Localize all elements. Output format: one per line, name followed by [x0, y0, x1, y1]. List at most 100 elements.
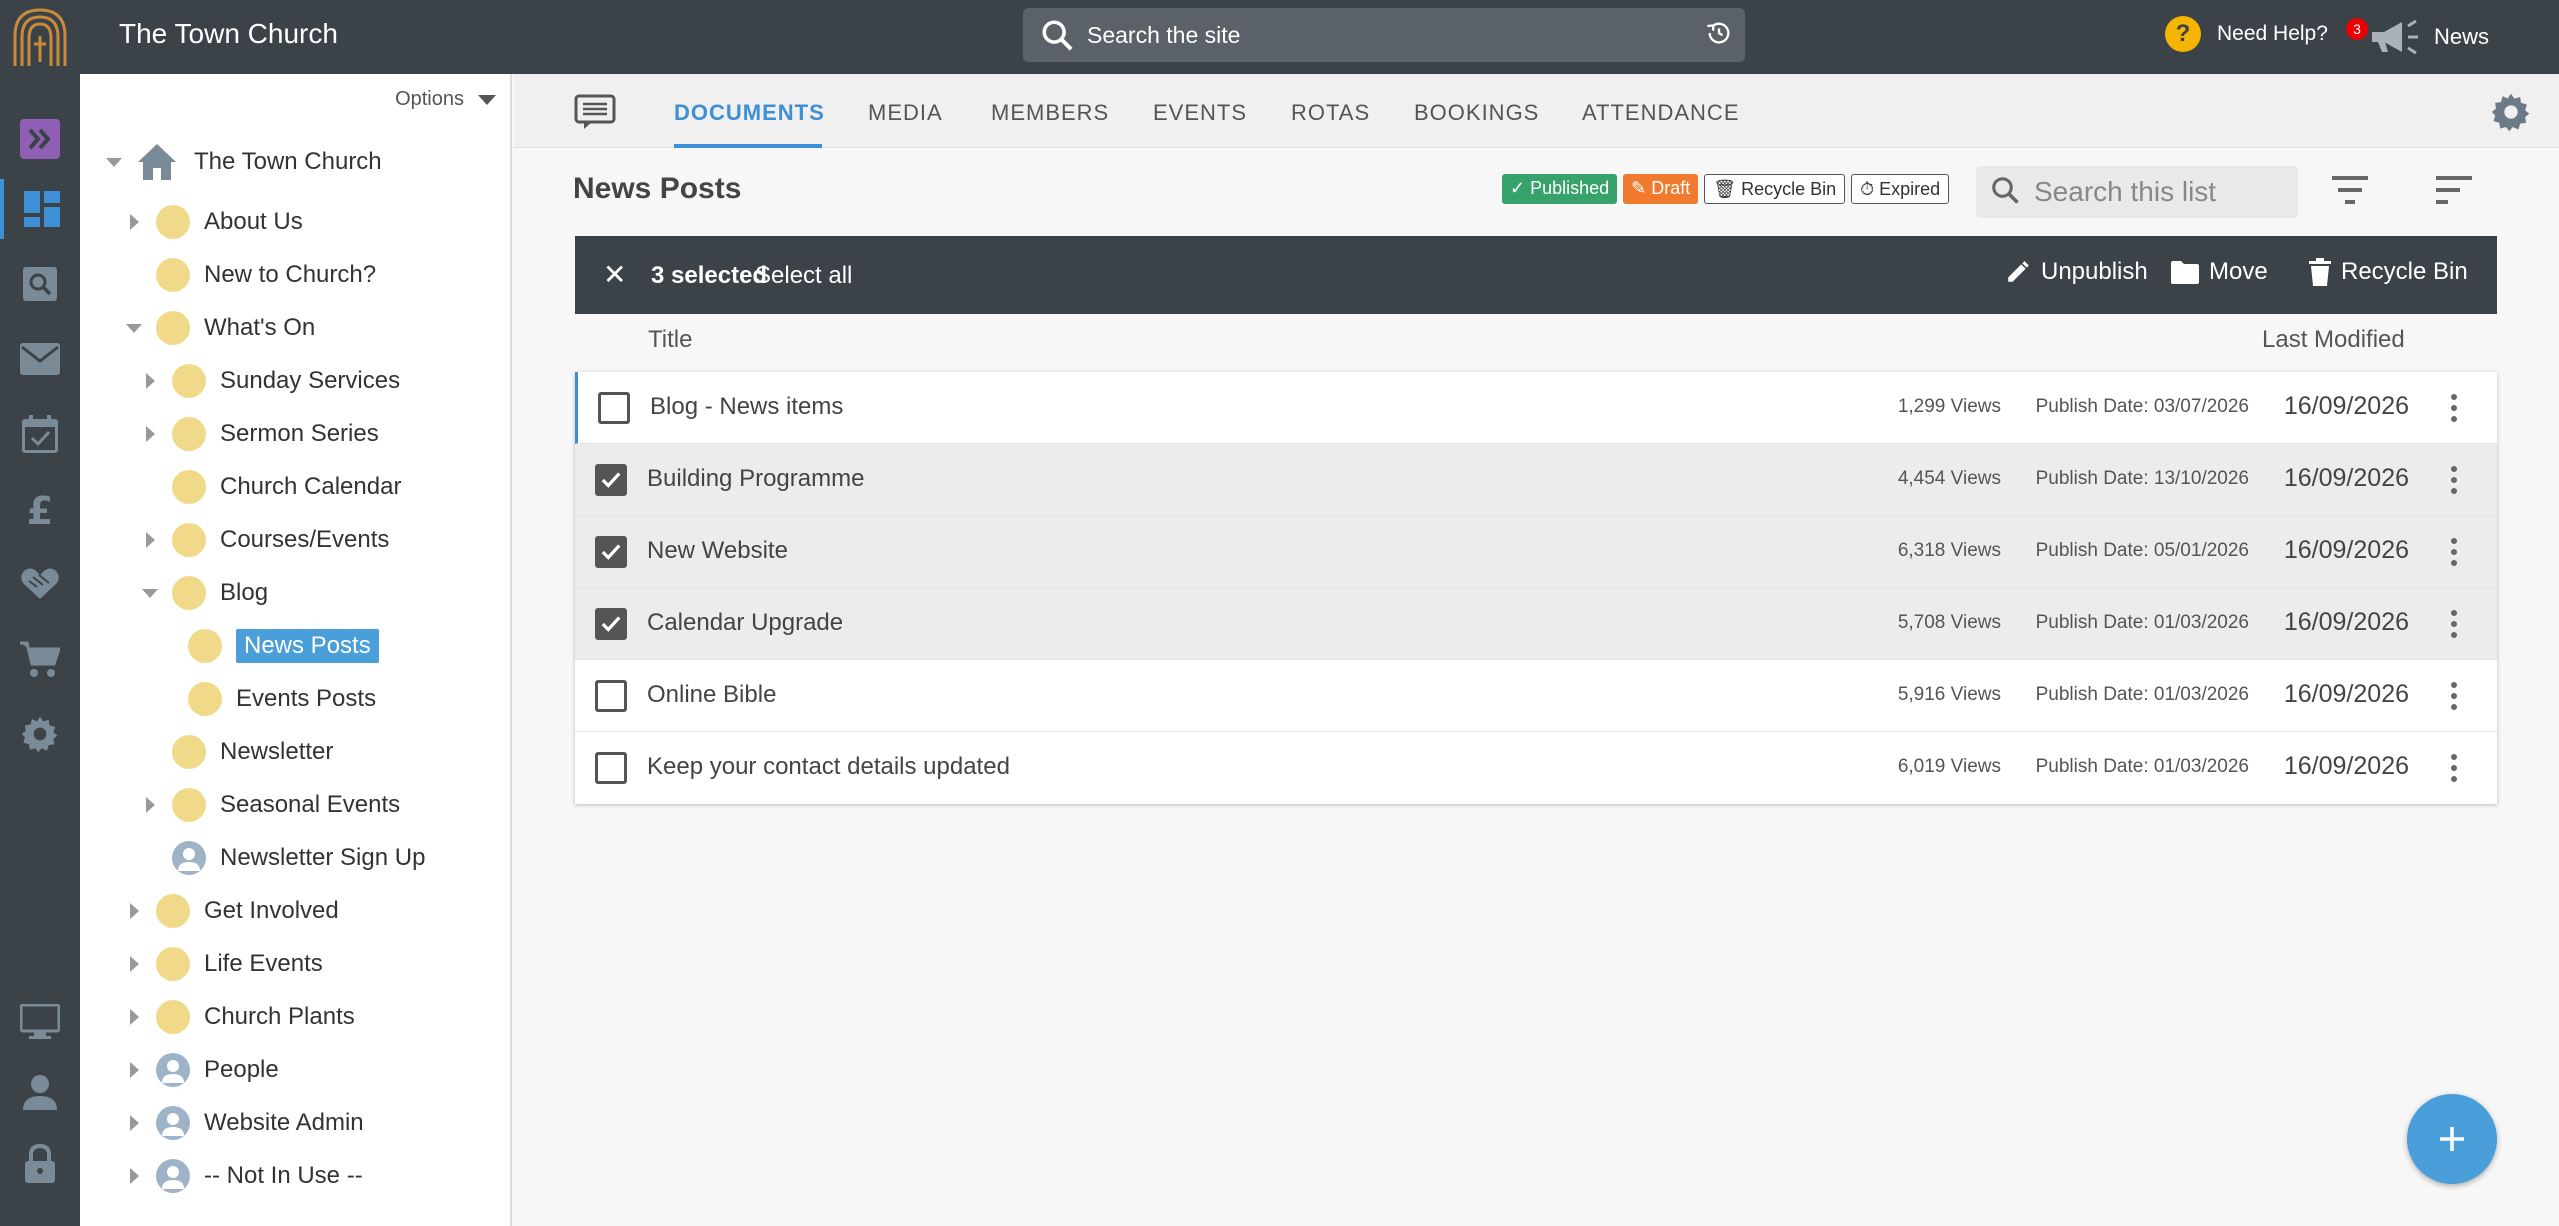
tree-node[interactable]: Newsletter [142, 732, 333, 772]
tree-node[interactable]: -- Not In Use -- [126, 1156, 363, 1196]
tree-node[interactable]: Newsletter Sign Up [142, 838, 425, 878]
more-options-icon[interactable] [2451, 754, 2457, 782]
list-search-input[interactable]: Search this list [1976, 166, 2298, 218]
more-options-icon[interactable] [2451, 394, 2457, 422]
expand-toggle[interactable] [126, 955, 142, 973]
settings-icon[interactable] [0, 704, 80, 764]
row-checkbox[interactable] [595, 464, 627, 496]
expand-toggle[interactable] [142, 531, 158, 549]
expand-toggle[interactable] [142, 372, 158, 390]
tree-node[interactable]: Seasonal Events [142, 785, 400, 825]
tree-options-button[interactable]: Options [395, 88, 496, 111]
published-chip[interactable]: ✓ Published [1502, 174, 1618, 204]
gear-icon[interactable] [2491, 92, 2531, 137]
row-checkbox[interactable] [595, 536, 627, 568]
tab-rotas[interactable]: ROTAS [1291, 100, 1370, 126]
tree-node[interactable]: People [126, 1050, 279, 1090]
table-row[interactable]: Calendar Upgrade 5,708 Views Publish Dat… [575, 588, 2497, 660]
tree-node[interactable]: Life Events [126, 944, 323, 984]
church-logo-icon[interactable] [0, 0, 80, 74]
tree-node[interactable]: About Us [126, 202, 303, 242]
tree-node[interactable]: Church Plants [126, 997, 355, 1037]
expand-toggle[interactable] [126, 213, 142, 231]
row-checkbox[interactable] [595, 680, 627, 712]
row-title[interactable]: Calendar Upgrade [647, 609, 843, 637]
tab-bookings[interactable]: BOOKINGS [1414, 100, 1539, 126]
expand-toggle[interactable] [126, 1008, 142, 1026]
row-title[interactable]: Blog - News items [650, 393, 843, 421]
tree-node[interactable]: Courses/Events [142, 520, 389, 560]
collapse-toggle[interactable] [142, 584, 158, 602]
row-title[interactable]: New Website [647, 537, 788, 565]
draft-chip[interactable]: ✎ Draft [1623, 174, 1699, 204]
unpublish-button[interactable]: Unpublish [2005, 258, 2148, 286]
pound-icon[interactable]: £ [0, 479, 80, 539]
clear-selection-close-icon[interactable]: ✕ [603, 258, 626, 291]
tree-node[interactable]: Blog [142, 573, 268, 613]
row-title[interactable]: Building Programme [647, 465, 864, 493]
add-document-button[interactable] [2407, 1094, 2497, 1184]
more-options-icon[interactable] [2451, 610, 2457, 638]
tab-documents[interactable]: DOCUMENTS [674, 100, 825, 126]
news-button[interactable]: 3 News [2346, 14, 2546, 58]
tab-events[interactable]: EVENTS [1153, 100, 1247, 126]
title-column-header[interactable]: Title [648, 326, 692, 354]
mail-icon[interactable] [0, 329, 80, 389]
recycle-bin-button[interactable]: Recycle Bin [2309, 258, 2468, 286]
tree-node[interactable]: Sunday Services [142, 361, 400, 401]
calendar-check-icon[interactable] [0, 404, 80, 464]
global-search-bar[interactable]: Search the site [1023, 8, 1745, 62]
more-options-icon[interactable] [2451, 682, 2457, 710]
tab-attendance[interactable]: ATTENDANCE [1582, 100, 1740, 126]
handshake-icon[interactable] [0, 554, 80, 614]
user-icon[interactable] [0, 1062, 80, 1122]
table-row[interactable]: Building Programme 4,454 Views Publish D… [575, 444, 2497, 516]
tree-node-selected[interactable]: News Posts [158, 626, 379, 666]
table-row[interactable]: Online Bible 5,916 Views Publish Date: 0… [575, 660, 2497, 732]
expand-toggle[interactable] [142, 425, 158, 443]
row-title[interactable]: Keep your contact details updated [647, 753, 1010, 781]
row-checkbox[interactable] [595, 752, 627, 784]
search-page-icon[interactable] [0, 254, 80, 314]
collapse-toggle[interactable] [126, 319, 142, 337]
cart-icon[interactable] [0, 629, 80, 689]
more-options-icon[interactable] [2451, 538, 2457, 566]
tree-root[interactable]: The Town Church [106, 142, 382, 182]
tree-node[interactable]: New to Church? [126, 255, 376, 295]
monitor-icon[interactable] [0, 992, 80, 1052]
expand-icon[interactable] [0, 109, 80, 169]
history-icon[interactable] [1705, 19, 1733, 52]
expand-toggle[interactable] [126, 1114, 142, 1132]
select-all-button[interactable]: Select all [755, 262, 852, 290]
expand-toggle[interactable] [126, 902, 142, 920]
comment-icon[interactable] [574, 94, 616, 135]
collapse-toggle[interactable] [106, 153, 122, 171]
expand-toggle[interactable] [126, 1167, 142, 1185]
need-help-button[interactable]: ? Need Help? [2165, 16, 2328, 52]
tree-node[interactable]: Website Admin [126, 1103, 364, 1143]
row-title[interactable]: Online Bible [647, 681, 776, 709]
tree-node[interactable]: Church Calendar [142, 467, 401, 507]
site-title[interactable]: The Town Church [119, 18, 338, 50]
row-checkbox[interactable] [595, 608, 627, 640]
row-checkbox[interactable] [598, 392, 630, 424]
expand-toggle[interactable] [142, 796, 158, 814]
table-row[interactable]: Keep your contact details updated 6,019 … [575, 732, 2497, 804]
tree-node[interactable]: What's On [126, 308, 315, 348]
filter-icon[interactable] [2330, 172, 2370, 213]
tree-node[interactable]: Get Involved [126, 891, 339, 931]
recycle-bin-chip[interactable]: 🗑 Recycle Bin [1704, 174, 1846, 204]
last-modified-column-header[interactable]: Last Modified [2262, 326, 2405, 354]
global-search-input[interactable]: Search the site [1087, 22, 1705, 49]
move-button[interactable]: Move [2171, 258, 2268, 286]
expired-chip[interactable]: ⏱ Expired [1851, 174, 1950, 204]
tree-node[interactable]: Events Posts [158, 679, 376, 719]
tab-members[interactable]: MEMBERS [991, 100, 1109, 126]
sort-icon[interactable] [2434, 172, 2474, 213]
tree-node[interactable]: Sermon Series [142, 414, 379, 454]
table-row[interactable]: Blog - News items 1,299 Views Publish Da… [575, 372, 2497, 444]
dashboard-icon[interactable] [0, 179, 80, 239]
lock-icon[interactable] [0, 1134, 80, 1194]
expand-toggle[interactable] [126, 1061, 142, 1079]
more-options-icon[interactable] [2451, 466, 2457, 494]
